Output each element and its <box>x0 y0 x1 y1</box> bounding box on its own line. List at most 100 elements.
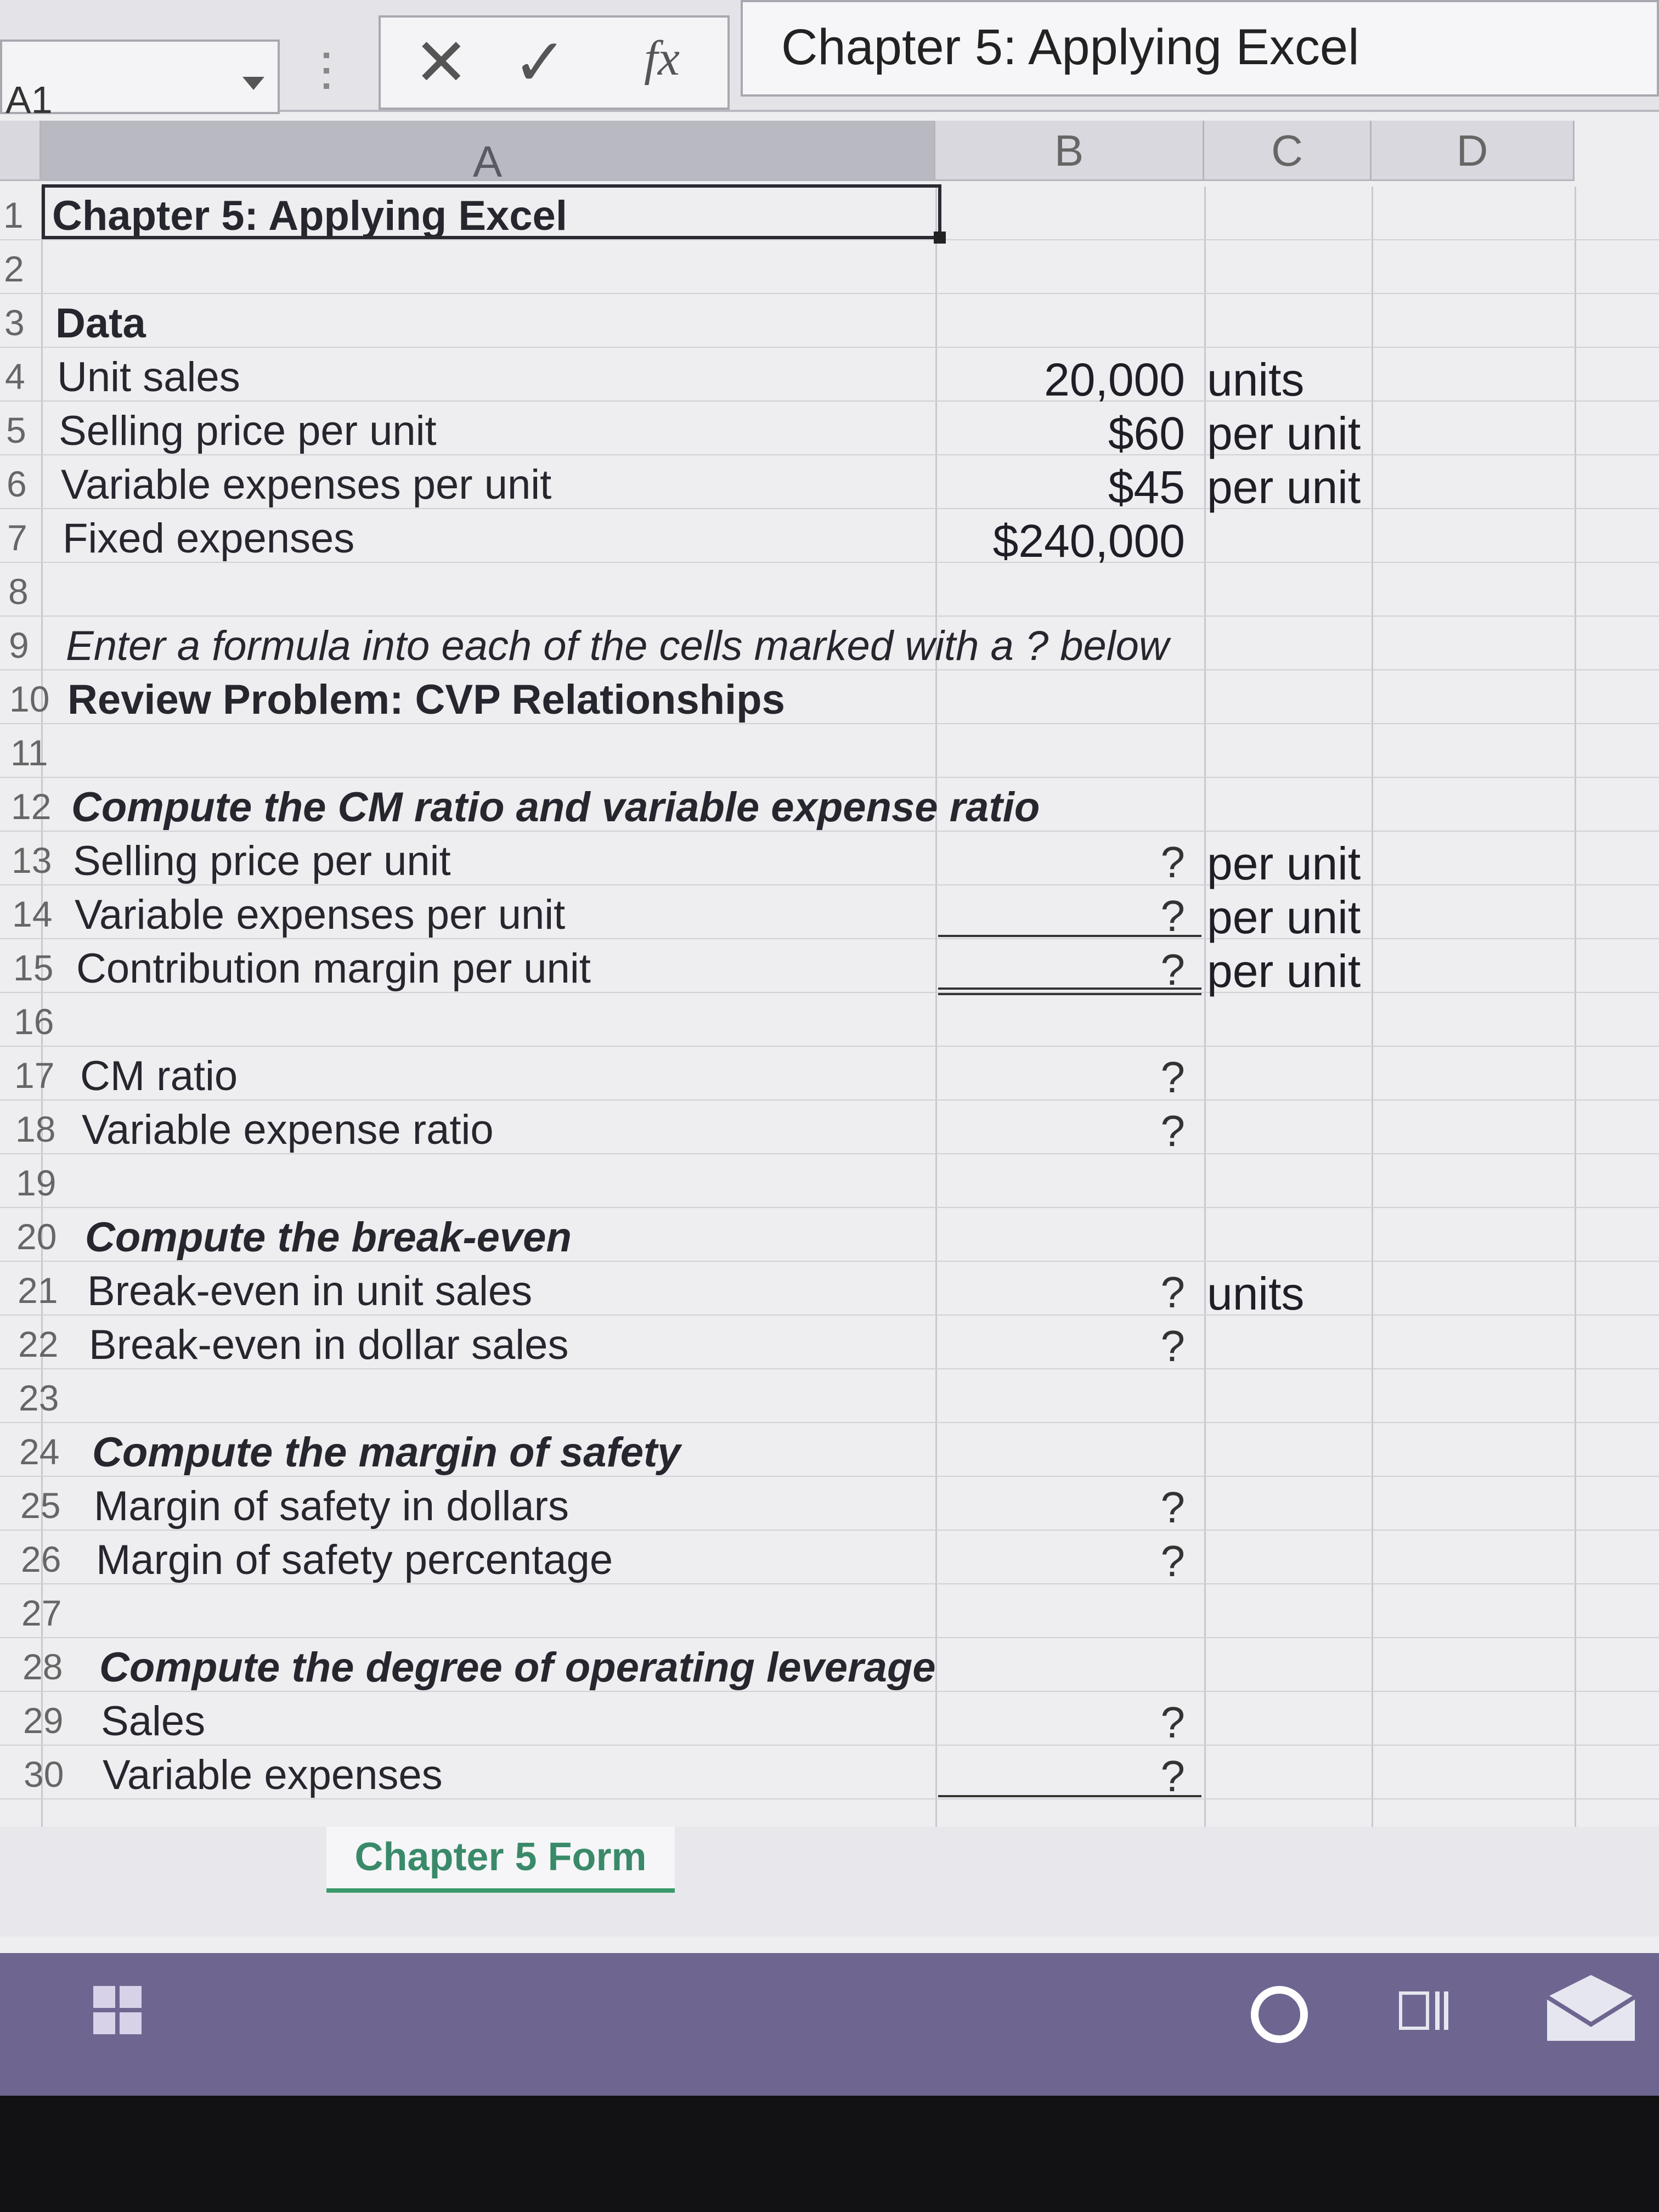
row-number[interactable]: 3 <box>4 302 48 343</box>
cell-b[interactable]: ? <box>922 1697 1186 1748</box>
cell-a[interactable]: Break-even in unit sales <box>87 1267 532 1315</box>
cell-border <box>938 1795 1201 1797</box>
row-number[interactable]: 13 <box>12 839 55 881</box>
row-number[interactable]: 30 <box>24 1753 67 1795</box>
cell-b[interactable]: 20,000 <box>922 353 1185 407</box>
cell-b[interactable]: ? <box>922 837 1186 888</box>
cell-a[interactable]: Data <box>55 300 146 347</box>
row-number[interactable]: 22 <box>18 1323 62 1365</box>
cell-a[interactable]: Variable expenses per unit <box>61 461 551 509</box>
check-icon[interactable]: ✓ <box>512 30 568 95</box>
cell-b[interactable]: ? <box>922 891 1186 941</box>
cell-b[interactable]: $240,000 <box>922 515 1185 568</box>
row-number[interactable]: 14 <box>12 893 56 935</box>
select-all-corner[interactable] <box>0 121 41 181</box>
chevron-down-icon[interactable] <box>242 77 264 90</box>
row-number[interactable]: 29 <box>23 1700 67 1741</box>
table-row: 11 <box>0 724 1659 778</box>
row-number[interactable]: 19 <box>16 1162 60 1204</box>
sheet-tab-chapter-5-form[interactable]: Chapter 5 Form <box>326 1827 675 1893</box>
formula-bar: A1 ✕ ✓ fx Chapter 5: Applying Excel <box>0 0 1659 121</box>
task-view-icon[interactable] <box>1399 1986 1448 2035</box>
drag-handle-icon[interactable] <box>324 53 331 99</box>
cell-a[interactable]: Margin of safety percentage <box>96 1536 613 1584</box>
column-header-c[interactable]: C <box>1204 121 1372 181</box>
row-number[interactable]: 21 <box>18 1269 61 1311</box>
row-number[interactable]: 5 <box>6 409 50 451</box>
windows-start-icon[interactable] <box>93 1986 143 2035</box>
row-number[interactable]: 27 <box>21 1592 65 1634</box>
cell-b[interactable]: $45 <box>922 461 1185 514</box>
cell-b[interactable]: $60 <box>922 407 1185 460</box>
cell-a[interactable]: Compute the degree of operating leverage <box>99 1644 936 1691</box>
cell-a[interactable]: Sales <box>101 1697 205 1745</box>
close-icon[interactable]: ✕ <box>414 30 469 95</box>
cell-b[interactable]: ? <box>922 1052 1186 1103</box>
column-header-a[interactable]: A <box>41 121 935 186</box>
cell-c[interactable]: units <box>1207 353 1304 407</box>
row-number[interactable]: 25 <box>20 1485 64 1526</box>
cell-c[interactable]: per unit <box>1207 837 1361 890</box>
cell-a[interactable]: Compute the break-even <box>85 1214 572 1261</box>
row-number[interactable]: 18 <box>15 1108 59 1150</box>
cell-a[interactable]: Selling price per unit <box>73 837 451 885</box>
row-number[interactable]: 15 <box>13 947 57 989</box>
table-row: 18 Variable expense ratio? <box>0 1101 1659 1156</box>
table-row: 15 Contribution margin per unit? per unit <box>0 939 1659 997</box>
row-number[interactable]: 9 <box>9 624 53 666</box>
row-number[interactable]: 20 <box>16 1216 60 1257</box>
row-number[interactable]: 10 <box>9 678 53 720</box>
cell-a[interactable]: Variable expense ratio <box>82 1106 494 1154</box>
row-number[interactable]: 8 <box>8 571 52 612</box>
name-box[interactable]: A1 <box>0 40 280 121</box>
cell-a[interactable]: Selling price per unit <box>59 407 437 455</box>
row-number[interactable]: 12 <box>11 786 55 827</box>
cell-c[interactable]: per unit <box>1207 945 1361 998</box>
function-icon[interactable]: fx <box>644 34 680 83</box>
row-number[interactable]: 16 <box>14 1001 58 1042</box>
cell-a[interactable]: Variable expenses per unit <box>75 891 565 939</box>
cell-b[interactable]: ? <box>922 1536 1186 1587</box>
mail-icon[interactable] <box>1547 1975 1635 2041</box>
cell-a[interactable]: Enter a formula into each of the cells m… <box>66 622 1169 670</box>
row-number[interactable]: 24 <box>19 1431 63 1472</box>
cortana-icon[interactable] <box>1251 1986 1308 2043</box>
cell-b[interactable]: ? <box>922 1321 1186 1372</box>
row-number[interactable]: 26 <box>21 1538 65 1580</box>
column-header-b[interactable]: B <box>935 121 1204 181</box>
cell-a[interactable]: Compute the margin of safety <box>92 1429 681 1476</box>
cell-a[interactable]: Fixed expenses <box>63 515 354 562</box>
cell-c[interactable]: per unit <box>1207 461 1361 514</box>
cell-b[interactable]: ? <box>922 1267 1186 1318</box>
cell-b[interactable]: ? <box>922 1106 1186 1156</box>
row-number[interactable]: 4 <box>5 356 49 397</box>
cell-a[interactable]: Margin of safety in dollars <box>94 1482 569 1530</box>
row-number[interactable]: 11 <box>10 732 54 774</box>
row-number[interactable]: 6 <box>7 463 50 505</box>
formula-buttons: ✕ ✓ fx <box>379 15 730 110</box>
cell-c[interactable]: per unit <box>1207 891 1361 944</box>
row-number[interactable]: 2 <box>4 248 48 290</box>
table-row: 29 Sales? <box>0 1692 1659 1748</box>
cell-b[interactable]: ? <box>922 1482 1186 1533</box>
cell-b[interactable]: ? <box>922 1751 1186 1802</box>
cell-a[interactable]: Variable expenses <box>103 1751 443 1799</box>
row-number[interactable]: 28 <box>22 1646 66 1688</box>
cell-a[interactable]: Review Problem: CVP Relationships <box>67 676 785 724</box>
formula-input[interactable]: Chapter 5: Applying Excel <box>741 0 1659 97</box>
row-number[interactable]: 23 <box>19 1377 63 1419</box>
table-row: 6 Variable expenses per unit $45 per unit <box>0 455 1659 513</box>
row-number[interactable]: 1 <box>3 194 47 236</box>
column-header-d[interactable]: D <box>1372 121 1575 181</box>
cell-c[interactable]: per unit <box>1207 407 1361 460</box>
cell-a[interactable]: CM ratio <box>80 1052 238 1100</box>
cell-a[interactable]: Break-even in dollar sales <box>89 1321 568 1369</box>
cell-c[interactable]: units <box>1207 1267 1304 1321</box>
cell-border <box>938 988 1201 990</box>
cell-a[interactable]: Contribution margin per unit <box>76 945 591 992</box>
row-number[interactable]: 17 <box>14 1054 58 1096</box>
table-row: 17 CM ratio? <box>0 1047 1659 1103</box>
cell-a[interactable]: Compute the CM ratio and variable expens… <box>71 783 1040 831</box>
cell-a[interactable]: Unit sales <box>57 353 240 401</box>
row-number[interactable]: 7 <box>7 517 51 558</box>
